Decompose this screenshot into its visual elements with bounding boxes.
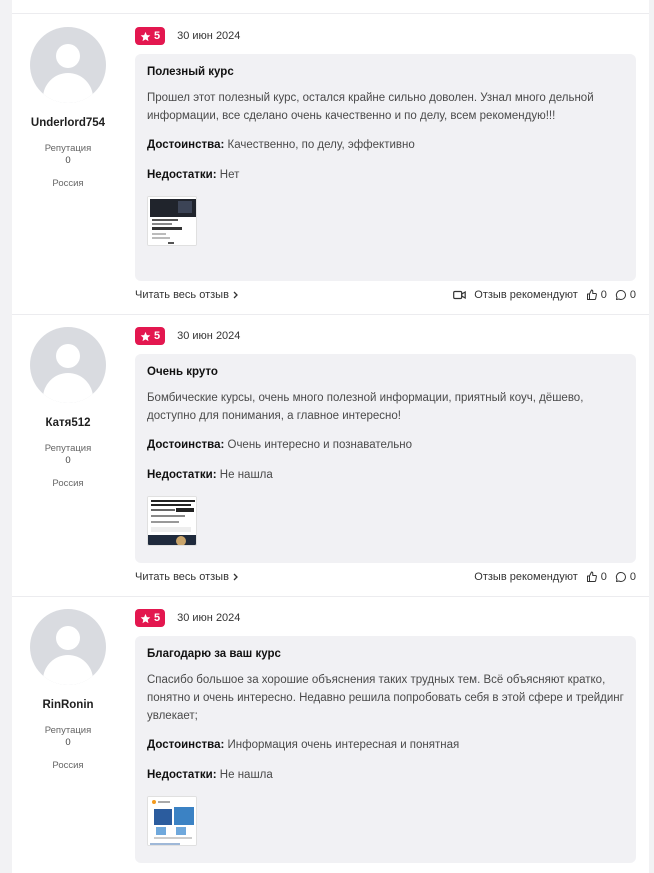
likes-count: 0 (600, 289, 607, 301)
review-meta: 5 30 июн 2024 (135, 27, 240, 45)
chevron-right-icon (233, 573, 238, 581)
author-name[interactable]: RinRonin (12, 699, 124, 711)
reputation-label: Репутация (44, 443, 92, 454)
review-text: Прошел этот полезный курс, остался крайн… (147, 92, 594, 122)
cons-text: Не нашла (219, 769, 273, 781)
reviews-page: Underlord754 Репутация 0 Россия 5 30 июн… (12, 0, 649, 873)
review-cons: Недостатки: Нет (147, 167, 624, 183)
comment-icon (615, 571, 626, 582)
recommend-label: Отзыв рекомендуют (474, 289, 578, 301)
avatar[interactable] (30, 609, 106, 685)
cons-label: Недостатки: (147, 769, 217, 781)
likes-count: 0 (600, 571, 607, 583)
review-photo-thumbnail[interactable] (147, 496, 197, 546)
cons-text: Нет (219, 169, 240, 181)
reputation-value: 0 (65, 737, 71, 748)
pros-text: Информация очень интересная и понятная (227, 739, 460, 751)
review-card: Благодарю за ваш курс Спасибо большое за… (135, 636, 636, 863)
review-pros: Достоинства: Очень интересно и познавате… (147, 437, 624, 453)
author-name[interactable]: Катя512 (12, 417, 124, 429)
recommend-label: Отзыв рекомендуют (474, 571, 578, 583)
reputation-value: 0 (65, 155, 71, 166)
comments-count: 0 (629, 571, 636, 583)
review-text: Спасибо большое за хорошие объяснения та… (147, 674, 624, 722)
star-icon (140, 31, 151, 41)
review-cons: Недостатки: Не нашла (147, 467, 624, 483)
thumbs-up-icon (586, 571, 597, 582)
review-date: 30 июн 2024 (177, 612, 241, 624)
cons-label: Недостатки: (147, 469, 217, 481)
rating-badge: 5 (135, 27, 166, 45)
author-country: Россия (52, 760, 84, 771)
avatar[interactable] (30, 327, 106, 403)
reputation-label: Репутация (44, 725, 92, 736)
read-full-review-link[interactable]: Читать весь отзыв (135, 289, 239, 301)
read-more-label: Читать весь отзыв (135, 289, 229, 301)
review-title[interactable]: Очень круто (147, 366, 624, 378)
review-card: Полезный курс Прошел этот полезный курс,… (135, 54, 636, 281)
review-meta: 5 30 июн 2024 (135, 609, 240, 627)
review-photo-thumbnail[interactable] (147, 196, 197, 246)
video-icon (453, 290, 467, 300)
review-author: Underlord754 Репутация 0 Россия (12, 27, 124, 189)
review-footer: Читать весь отзыв Отзыв рекомендуют 0 0 (135, 571, 636, 585)
rating-value: 5 (154, 330, 161, 342)
previous-review-footer (12, 0, 649, 14)
read-full-review-link[interactable]: Читать весь отзыв (135, 571, 239, 583)
review-pros: Достоинства: Информация очень интересная… (147, 737, 624, 753)
review-title[interactable]: Благодарю за ваш курс (147, 648, 624, 660)
review-text: Бомбические курсы, очень много полезной … (147, 392, 584, 422)
review-author: RinRonin Репутация 0 Россия (12, 609, 124, 771)
comments-count: 0 (629, 289, 636, 301)
review-footer: Читать весь отзыв Отзыв рекомендуют 0 0 (135, 289, 636, 303)
review-date: 30 июн 2024 (177, 30, 241, 42)
review-pros: Достоинства: Качественно, по делу, эффек… (147, 137, 624, 153)
pros-label: Достоинства: (147, 739, 225, 751)
cons-label: Недостатки: (147, 169, 217, 181)
read-more-label: Читать весь отзыв (135, 571, 229, 583)
rating-value: 5 (154, 612, 161, 624)
rating-badge: 5 (135, 327, 166, 345)
reputation-value: 0 (65, 455, 71, 466)
pros-label: Достоинства: (147, 139, 225, 151)
star-icon (140, 613, 151, 623)
rating-value: 5 (154, 30, 161, 42)
rating-badge: 5 (135, 609, 166, 627)
review-title[interactable]: Полезный курс (147, 66, 624, 78)
review-divider (12, 596, 649, 597)
review-actions: Отзыв рекомендуют 0 0 (474, 571, 636, 583)
star-icon (140, 331, 151, 341)
review-card: Очень круто Бомбические курсы, очень мно… (135, 354, 636, 563)
review-date: 30 июн 2024 (177, 330, 241, 342)
pros-text: Качественно, по делу, эффективно (227, 139, 415, 151)
pros-label: Достоинства: (147, 439, 225, 451)
author-country: Россия (52, 178, 84, 189)
pros-text: Очень интересно и познавательно (227, 439, 413, 451)
review-actions: Отзыв рекомендуют 0 0 (453, 289, 636, 301)
author-name[interactable]: Underlord754 (12, 117, 124, 129)
avatar[interactable] (30, 27, 106, 103)
author-country: Россия (52, 478, 84, 489)
like-button[interactable]: 0 (586, 571, 607, 583)
cons-text: Не нашла (219, 469, 273, 481)
comment-button[interactable]: 0 (615, 571, 636, 583)
review-photo-thumbnail[interactable] (147, 796, 197, 846)
review-cons: Недостатки: Не нашла (147, 767, 624, 783)
comment-icon (615, 289, 626, 300)
review-divider (12, 314, 649, 315)
thumbs-up-icon (586, 289, 597, 300)
comment-button[interactable]: 0 (615, 289, 636, 301)
like-button[interactable]: 0 (586, 289, 607, 301)
chevron-right-icon (233, 291, 238, 299)
review-meta: 5 30 июн 2024 (135, 327, 240, 345)
review-author: Катя512 Репутация 0 Россия (12, 327, 124, 489)
reputation-label: Репутация (44, 143, 92, 154)
